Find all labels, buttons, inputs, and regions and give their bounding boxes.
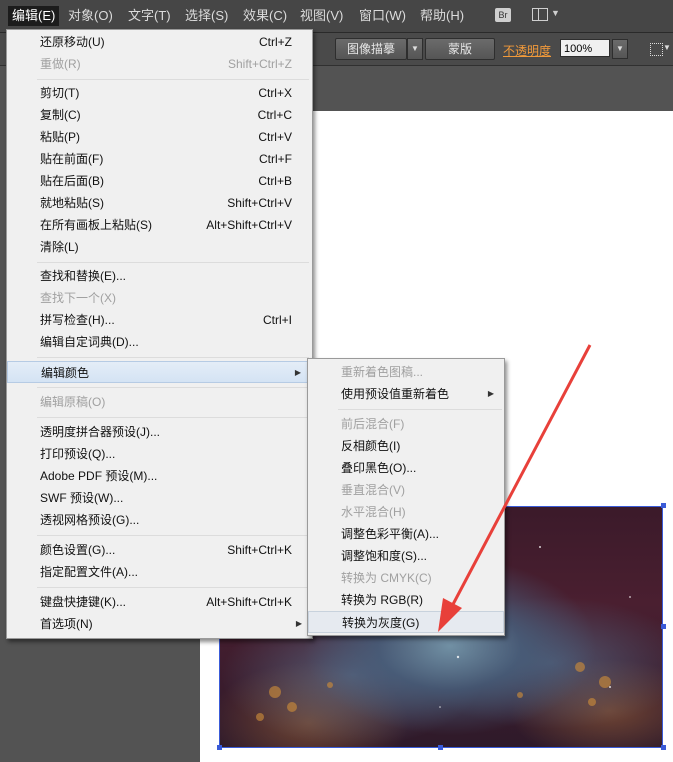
selection-handle[interactable] — [661, 503, 666, 508]
submenu-arrow-icon: ▶ — [295, 619, 302, 628]
arrange-documents-icon[interactable] — [532, 8, 548, 21]
submenu-item-convert-to-grayscale[interactable]: 转换为灰度(G) — [308, 611, 504, 633]
menu-edit[interactable]: 编辑(E) — [8, 6, 60, 26]
menu-item-paste[interactable]: 粘贴(P) Ctrl+V — [7, 126, 312, 148]
submenu-item-convert-to-cmyk[interactable]: 转换为 CMYK(C) — [308, 567, 504, 589]
menu-item-paste-in-back[interactable]: 贴在后面(B) Ctrl+B — [7, 170, 312, 192]
submenu-arrow-icon: ▶ — [487, 389, 494, 398]
menu-item-pdf-presets[interactable]: Adobe PDF 预设(M)... — [7, 465, 312, 487]
menu-item-find-replace[interactable]: 查找和替换(E)... — [7, 265, 312, 287]
menu-item-redo[interactable]: 重做(R) Shift+Ctrl+Z — [7, 53, 312, 75]
menu-item-paste-all-artboards[interactable]: 在所有画板上粘贴(S) Alt+Shift+Ctrl+V — [7, 214, 312, 236]
menu-item-undo[interactable]: 还原移动(U) Ctrl+Z — [7, 31, 312, 53]
menu-item-color-settings[interactable]: 颜色设置(G)... Shift+Ctrl+K — [7, 539, 312, 561]
menu-view[interactable]: 视图(V) — [296, 6, 347, 26]
menu-item-copy[interactable]: 复制(C) Ctrl+C — [7, 104, 312, 126]
submenu-item-recolor-artwork[interactable]: 重新着色图稿... — [308, 361, 504, 383]
menu-item-find-next[interactable]: 查找下一个(X) — [7, 287, 312, 309]
menu-item-keyboard-shortcuts[interactable]: 键盘快捷键(K)... Alt+Shift+Ctrl+K — [7, 591, 312, 613]
selection-handle[interactable] — [661, 745, 666, 750]
image-trace-dropdown[interactable]: ▼ — [407, 38, 423, 60]
submenu-arrow-icon: ▶ — [294, 368, 301, 377]
menu-select[interactable]: 选择(S) — [181, 6, 232, 26]
menu-separator — [37, 535, 309, 536]
chevron-down-icon[interactable]: ▼ — [551, 8, 560, 18]
menu-object[interactable]: 对象(O) — [64, 6, 117, 26]
mask-button[interactable]: 蒙版 — [425, 38, 495, 60]
menu-separator — [37, 262, 309, 263]
opacity-label[interactable]: 不透明度 — [503, 42, 551, 59]
menu-item-flattener-presets[interactable]: 透明度拼合器预设(J)... — [7, 421, 312, 443]
menu-separator — [37, 79, 309, 80]
menu-help[interactable]: 帮助(H) — [416, 6, 468, 26]
image-trace-button[interactable]: 图像描摹 — [335, 38, 407, 60]
edit-colors-submenu: 重新着色图稿... 使用预设值重新着色 ▶ 前后混合(F) 反相颜色(I) 叠印黑… — [307, 358, 505, 636]
submenu-item-convert-to-rgb[interactable]: 转换为 RGB(R) — [308, 589, 504, 611]
menu-item-cut[interactable]: 剪切(T) Ctrl+X — [7, 82, 312, 104]
submenu-item-invert-colors[interactable]: 反相颜色(I) — [308, 435, 504, 457]
menu-type[interactable]: 文字(T) — [124, 6, 175, 26]
menu-separator — [37, 587, 309, 588]
menu-item-assign-profile[interactable]: 指定配置文件(A)... — [7, 561, 312, 583]
submenu-item-blend-vertically[interactable]: 垂直混合(V) — [308, 479, 504, 501]
opacity-dropdown[interactable]: ▼ — [612, 39, 628, 59]
menu-item-edit-dictionary[interactable]: 编辑自定词典(D)... — [7, 331, 312, 353]
submenu-item-blend-front-to-back[interactable]: 前后混合(F) — [308, 413, 504, 435]
menu-item-preferences[interactable]: 首选项(N) ▶ — [7, 613, 312, 635]
menu-separator — [37, 387, 309, 388]
submenu-item-recolor-with-preset[interactable]: 使用预设值重新着色 ▶ — [308, 383, 504, 405]
menu-item-swf-presets[interactable]: SWF 预设(W)... — [7, 487, 312, 509]
menu-item-edit-original[interactable]: 编辑原稿(O) — [7, 391, 312, 413]
submenu-item-blend-horizontally[interactable]: 水平混合(H) — [308, 501, 504, 523]
align-grid-icon[interactable] — [650, 43, 663, 56]
menu-window[interactable]: 窗口(W) — [355, 6, 410, 26]
selection-handle[interactable] — [438, 745, 443, 750]
bridge-icon[interactable]: Br — [495, 8, 511, 22]
menu-item-spell-check[interactable]: 拼写检查(H)... Ctrl+I — [7, 309, 312, 331]
menu-item-edit-colors[interactable]: 编辑颜色 ▶ — [7, 361, 312, 383]
menu-separator — [338, 409, 502, 410]
menu-item-print-presets[interactable]: 打印预设(Q)... — [7, 443, 312, 465]
submenu-item-saturate[interactable]: 调整饱和度(S)... — [308, 545, 504, 567]
edit-menu: 还原移动(U) Ctrl+Z 重做(R) Shift+Ctrl+Z 剪切(T) Ctr… — [6, 29, 313, 639]
menu-item-paste-in-place[interactable]: 就地粘贴(S) Shift+Ctrl+V — [7, 192, 312, 214]
selection-handle[interactable] — [661, 624, 666, 629]
submenu-item-overprint-black[interactable]: 叠印黑色(O)... — [308, 457, 504, 479]
menu-separator — [37, 357, 309, 358]
selection-handle[interactable] — [217, 745, 222, 750]
menu-item-perspective-grid-presets[interactable]: 透视网格预设(G)... — [7, 509, 312, 531]
menu-item-clear[interactable]: 清除(L) — [7, 236, 312, 258]
opacity-input[interactable]: 100% — [560, 39, 610, 57]
menu-separator — [37, 417, 309, 418]
chevron-down-icon[interactable]: ▼ — [663, 43, 671, 52]
menu-effect[interactable]: 效果(C) — [239, 6, 291, 26]
menu-item-paste-in-front[interactable]: 贴在前面(F) Ctrl+F — [7, 148, 312, 170]
submenu-item-adjust-color-balance[interactable]: 调整色彩平衡(A)... — [308, 523, 504, 545]
